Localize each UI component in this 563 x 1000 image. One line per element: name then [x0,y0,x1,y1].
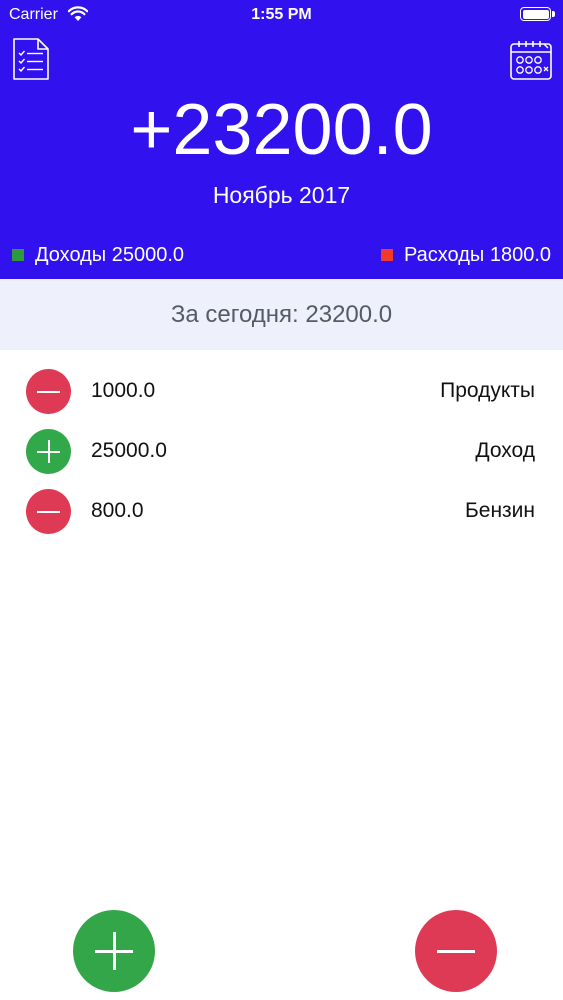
transaction-category: Бензин [464,499,535,522]
minus-icon [437,949,475,953]
balance-amount: +23200.0 [130,90,433,170]
income-label: Доходы 25000.0 [35,243,185,266]
list-item[interactable]: 800.0 Бензин [0,480,563,540]
expense-summary: Расходы 1800.0 [380,242,551,268]
battery-icon [520,7,555,21]
status-bar: Carrier 1:55 PM [0,0,563,30]
list-item[interactable]: 25000.0 Доход [0,420,563,480]
transaction-amount: 25000.0 [91,439,167,462]
transaction-category: Доход [475,439,535,462]
plus-icon [26,429,71,474]
month-label: Ноябрь 2017 [212,182,351,208]
transaction-amount: 1000.0 [91,379,156,402]
expense-legend-square [380,249,393,261]
transaction-amount: 800.0 [91,499,144,522]
list-item[interactable]: 1000.0 Продукты [0,360,563,420]
report-checklist-icon[interactable] [12,38,50,80]
transaction-list: 1000.0 Продукты 25000.0 Доход 800.0 Бенз… [0,360,563,540]
add-expense-button[interactable] [415,910,497,992]
income-legend-square [12,249,24,261]
header: Carrier 1:55 PM +23200.0 Ноябрь 2017 Дох… [0,0,563,279]
status-time: 1:55 PM [251,6,312,23]
income-summary: Доходы 25000.0 [12,242,184,268]
minus-icon [26,489,71,534]
minus-icon [26,369,71,414]
expense-label: Расходы 1800.0 [403,243,551,266]
transaction-category: Продукты [440,379,535,402]
today-summary-bar: За сегодня: 23200.0 [0,279,563,350]
today-label: За сегодня: 23200.0 [170,300,393,328]
calendar-icon[interactable] [510,40,552,80]
add-income-button[interactable] [73,910,155,992]
